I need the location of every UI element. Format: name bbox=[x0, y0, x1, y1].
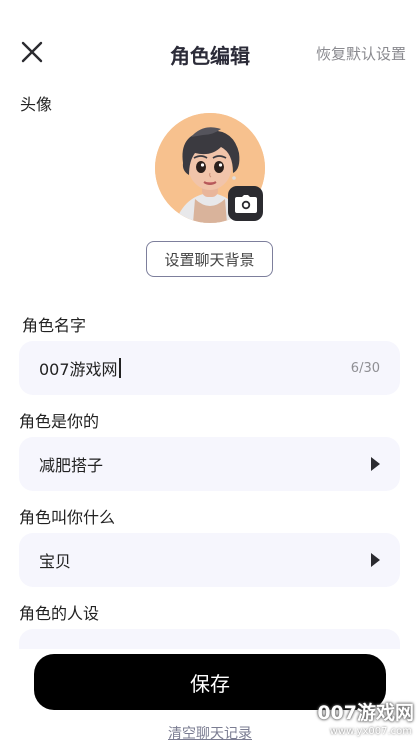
change-avatar-button[interactable] bbox=[228, 186, 263, 221]
watermark-text: 007游戏网 bbox=[317, 702, 414, 724]
role-relation-label: 角色是你的 bbox=[19, 412, 100, 431]
avatar-label: 头像 bbox=[20, 95, 53, 114]
persona-label: 角色的人设 bbox=[19, 604, 100, 623]
name-char-counter: 6/30 bbox=[350, 360, 380, 376]
camera-icon bbox=[234, 194, 257, 213]
persona-input[interactable] bbox=[19, 629, 400, 649]
restore-default-button[interactable]: 恢复默认设置 bbox=[316, 43, 406, 64]
name-input-value: 007游戏网 bbox=[39, 360, 118, 379]
name-input[interactable]: 007游戏网 6/30 bbox=[19, 341, 400, 395]
set-chat-background-button[interactable]: 设置聊天背景 bbox=[146, 241, 273, 277]
nickname-value: 宝贝 bbox=[39, 552, 72, 571]
role-relation-select[interactable]: 减肥搭子 bbox=[19, 437, 400, 491]
text-caret bbox=[118, 358, 121, 378]
watermark-url: www.yx007.com bbox=[329, 726, 412, 737]
triangle-right-icon bbox=[371, 553, 380, 567]
nickname-select[interactable]: 宝贝 bbox=[19, 533, 400, 587]
name-label: 角色名字 bbox=[22, 316, 87, 335]
role-relation-value: 减肥搭子 bbox=[39, 456, 104, 475]
nickname-label: 角色叫你什么 bbox=[19, 508, 116, 527]
triangle-right-icon bbox=[371, 457, 380, 471]
